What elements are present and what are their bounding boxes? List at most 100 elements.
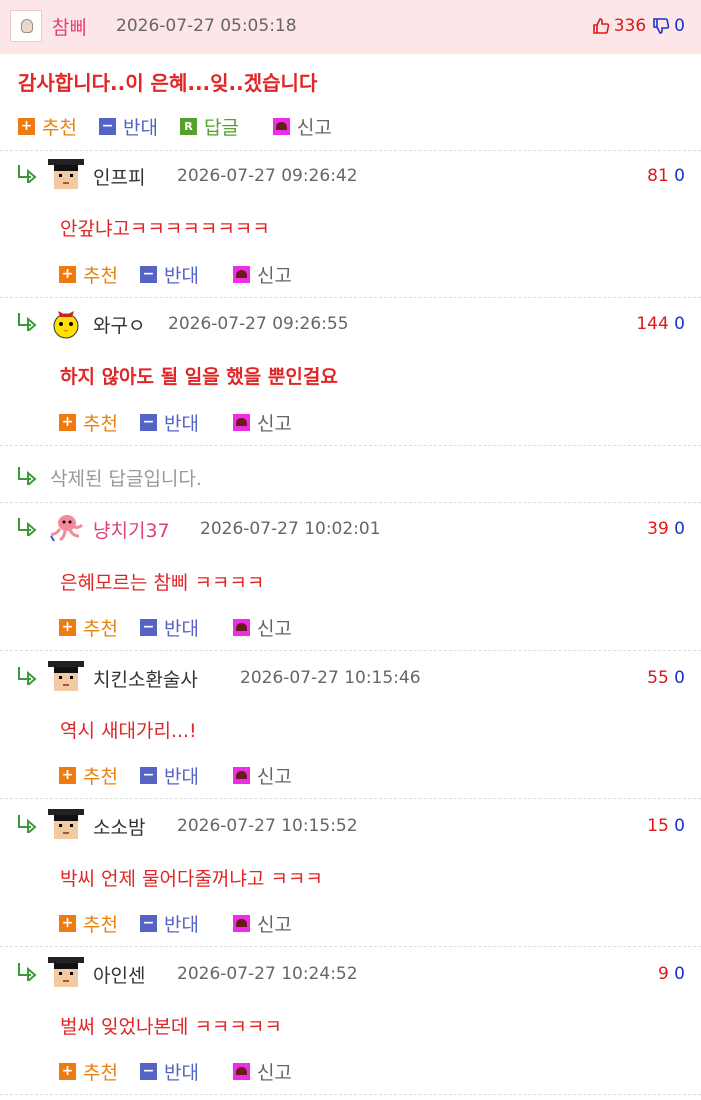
plus-icon: + xyxy=(18,118,35,135)
oppose-button[interactable]: − 반대 xyxy=(139,910,199,937)
reply-arrow-icon xyxy=(18,313,37,331)
commenter-name[interactable]: 냥치기37 xyxy=(93,516,170,543)
reply-arrow-icon xyxy=(18,963,37,981)
post-actions: + 추천 − 반대 R 답글 신고 xyxy=(18,113,354,140)
post-down-count: 0 xyxy=(674,16,685,36)
minus-icon: − xyxy=(139,1063,157,1080)
minus-icon: − xyxy=(139,414,157,431)
comment-text: 역시 새대가리...! xyxy=(60,720,197,742)
deleted-reply-text: 삭제된 답글입니다. xyxy=(50,468,202,490)
recommend-button[interactable]: + 추천 xyxy=(59,261,118,288)
comment-actions: + 추천 − 반대 신고 xyxy=(59,261,314,288)
recommend-button[interactable]: + 추천 xyxy=(59,762,118,789)
divider xyxy=(0,297,701,298)
post-date: 2026-07-27 05:05:18 xyxy=(116,16,297,36)
recommend-button[interactable]: + 추천 xyxy=(59,1058,118,1085)
recommend-button[interactable]: + 추천 xyxy=(59,910,118,937)
commenter-avatar[interactable] xyxy=(48,659,84,693)
divider xyxy=(0,650,701,651)
report-siren-icon xyxy=(232,266,250,283)
plus-icon: + xyxy=(59,1063,76,1080)
report-siren-icon xyxy=(232,915,250,932)
commenter-name[interactable]: 치킨소환술사 xyxy=(93,665,198,692)
minus-icon: − xyxy=(98,118,116,135)
comment-votes: 55 0 xyxy=(647,668,685,688)
comment-actions: + 추천 − 반대 신고 xyxy=(59,910,314,937)
comment-votes: 15 0 xyxy=(647,816,685,836)
comment-date: 2026-07-27 10:15:46 xyxy=(240,668,421,688)
reply-button[interactable]: R 답글 xyxy=(179,113,239,140)
comment-date: 2026-07-27 10:02:01 xyxy=(200,519,381,539)
plus-icon: + xyxy=(59,266,76,283)
comment-text: 안갚냐고ㅋㅋㅋㅋㅋㅋㅋㅋ xyxy=(60,218,270,240)
post-title: 감사합니다..이 은혜...잊..겠습니다 xyxy=(18,71,318,95)
comment-actions: + 추천 − 반대 신고 xyxy=(59,614,314,641)
comment-votes: 144 0 xyxy=(636,314,685,334)
divider xyxy=(0,946,701,947)
report-siren-icon xyxy=(232,414,250,431)
report-siren-icon xyxy=(232,767,250,784)
minus-icon: − xyxy=(139,915,157,932)
minus-icon: − xyxy=(139,266,157,283)
recommend-button[interactable]: + 추천 xyxy=(18,113,77,140)
report-button[interactable]: 신고 xyxy=(232,614,292,641)
comment-date: 2026-07-27 09:26:42 xyxy=(177,166,358,186)
oppose-button[interactable]: − 반대 xyxy=(98,113,158,140)
reply-icon: R xyxy=(179,118,197,135)
divider xyxy=(0,445,701,446)
report-button[interactable]: 신고 xyxy=(232,261,292,288)
minus-icon: − xyxy=(139,619,157,636)
commenter-name[interactable]: 소소밤 xyxy=(93,813,145,840)
oppose-button[interactable]: − 반대 xyxy=(139,1058,199,1085)
reply-arrow-icon xyxy=(18,165,37,183)
divider xyxy=(0,150,701,151)
post-author-name[interactable]: 참삐 xyxy=(52,13,87,40)
report-button[interactable]: 신고 xyxy=(272,113,332,140)
report-button[interactable]: 신고 xyxy=(232,409,292,436)
reply-arrow-icon xyxy=(18,815,37,833)
commenter-avatar[interactable] xyxy=(48,305,84,339)
comment-votes: 81 0 xyxy=(647,166,685,186)
report-siren-icon xyxy=(272,118,290,135)
post-votes: 336 0 xyxy=(592,16,685,36)
plus-icon: + xyxy=(59,619,76,636)
commenter-avatar[interactable] xyxy=(48,157,84,191)
commenter-name[interactable]: 와구ㅇ xyxy=(93,311,145,338)
post-header: 참삐 2026-07-27 05:05:18 336 0 xyxy=(0,0,701,54)
report-siren-icon xyxy=(232,619,250,636)
report-button[interactable]: 신고 xyxy=(232,1058,292,1085)
thumbs-up-icon xyxy=(592,18,609,34)
reply-arrow-icon xyxy=(18,467,37,485)
recommend-button[interactable]: + 추천 xyxy=(59,614,118,641)
commenter-avatar[interactable] xyxy=(48,510,84,544)
comment-text: 은혜모르는 참삐 ㅋㅋㅋㅋ xyxy=(60,572,265,594)
plus-icon: + xyxy=(59,767,76,784)
comment-actions: + 추천 − 반대 신고 xyxy=(59,762,314,789)
commenter-name[interactable]: 아인센 xyxy=(93,961,145,988)
comment-text: 하지 않아도 될 일을 했을 뿐인걸요 xyxy=(60,366,338,388)
plus-icon: + xyxy=(59,414,76,431)
report-button[interactable]: 신고 xyxy=(232,910,292,937)
divider xyxy=(0,1094,701,1095)
report-button[interactable]: 신고 xyxy=(232,762,292,789)
oppose-button[interactable]: − 반대 xyxy=(139,614,199,641)
comment-actions: + 추천 − 반대 신고 xyxy=(59,409,314,436)
comment-votes: 39 0 xyxy=(647,519,685,539)
reply-arrow-icon xyxy=(18,518,37,536)
oppose-button[interactable]: − 반대 xyxy=(139,261,199,288)
oppose-button[interactable]: − 반대 xyxy=(139,409,199,436)
report-siren-icon xyxy=(232,1063,250,1080)
commenter-name[interactable]: 인프피 xyxy=(93,163,145,190)
commenter-avatar[interactable] xyxy=(48,955,84,989)
post-up-count: 336 xyxy=(613,16,647,36)
reply-arrow-icon xyxy=(18,667,37,685)
oppose-button[interactable]: − 반대 xyxy=(139,762,199,789)
commenter-avatar[interactable] xyxy=(48,807,84,841)
comment-text: 박씨 언제 물어다줄꺼냐고 ㅋㅋㅋ xyxy=(60,868,323,890)
comment-actions: + 추천 − 반대 신고 xyxy=(59,1058,314,1085)
comment-votes: 9 0 xyxy=(657,964,685,984)
post-author-avatar[interactable] xyxy=(10,10,42,42)
divider xyxy=(0,502,701,503)
thumbs-down-icon xyxy=(653,18,670,34)
recommend-button[interactable]: + 추천 xyxy=(59,409,118,436)
